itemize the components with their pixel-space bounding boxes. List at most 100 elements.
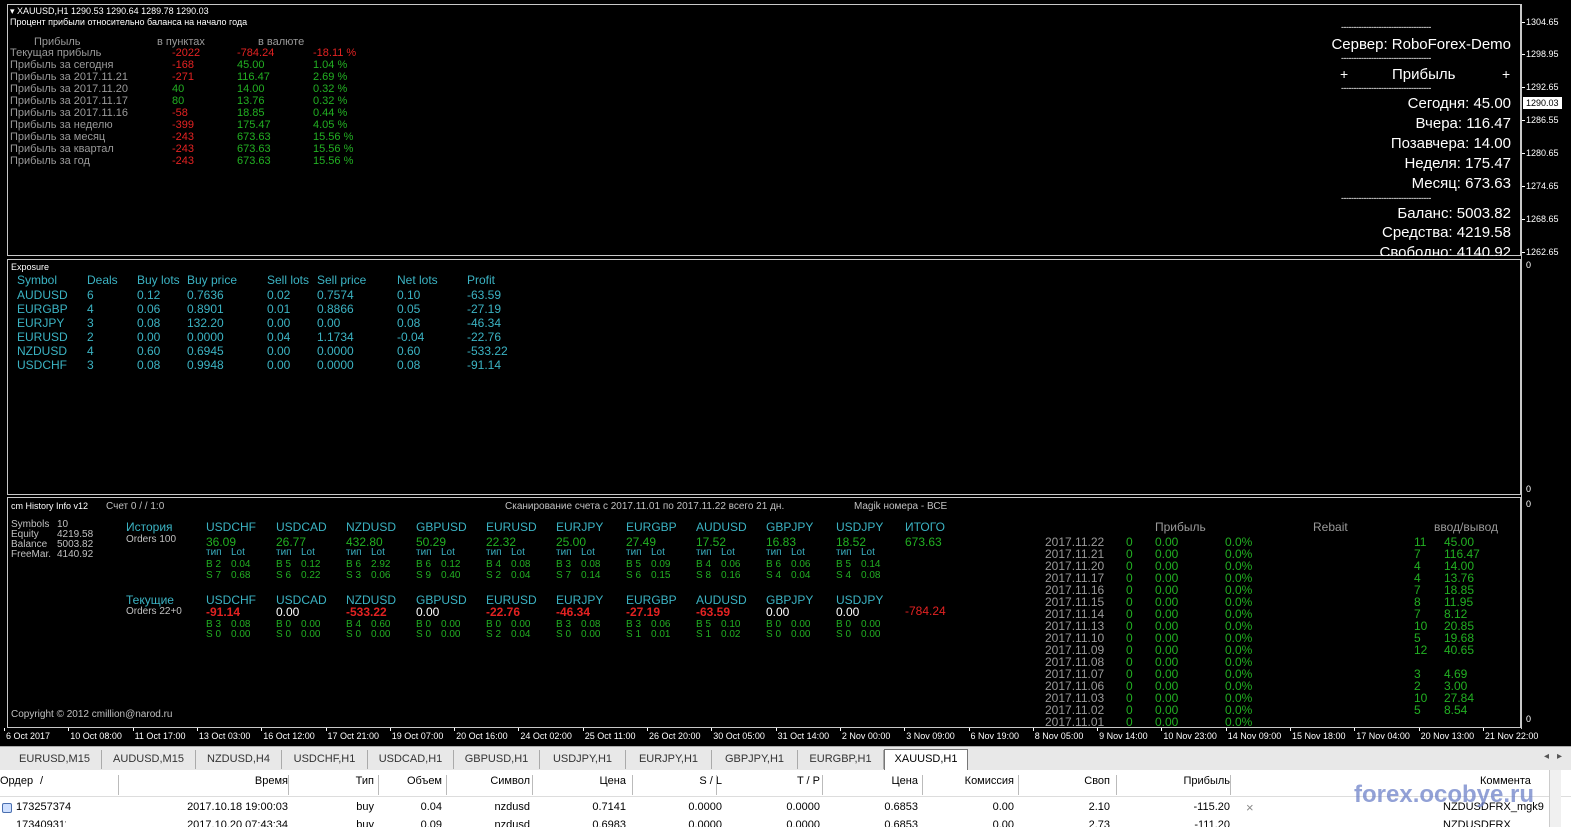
current-symbol-profit: -27.19 <box>626 605 661 619</box>
terminal-header[interactable]: Ордер <box>0 775 33 787</box>
terminal-header[interactable]: Тип <box>290 775 374 787</box>
profit-row-value: 673.63 <box>237 131 271 143</box>
chart-tabs: EURUSD,M15 AUDUSD,M15 NZDUSD,H4 USDCHF,H1 US… <box>0 746 1571 770</box>
terminal-header[interactable]: Символ <box>450 775 530 787</box>
tab-nzdusd-h4[interactable]: NZDUSD,H4 <box>196 750 282 769</box>
profit-row-points: -243 <box>172 143 195 155</box>
terminal-header[interactable]: Цена <box>824 775 918 787</box>
terminal-cell[interactable]: nzdusd <box>450 801 530 813</box>
terminal-cell[interactable]: nzdusd <box>450 819 530 827</box>
terminal-cell[interactable]: 0.0000 <box>636 819 722 827</box>
terminal-cell[interactable]: 0.0000 <box>720 801 820 813</box>
time-tick-label: 24 Oct 02:00 <box>520 731 572 741</box>
tab-eurusd-m15[interactable]: EURUSD,M15 <box>8 750 102 769</box>
sell-count: S 2 <box>486 570 502 581</box>
tab-usdchf-h1[interactable]: USDCHF,H1 <box>282 750 368 769</box>
time-tick <box>1097 728 1099 731</box>
buy-lots: 0.06 <box>721 559 741 570</box>
terminal-cell[interactable]: 2017.10.20 07:43:34 <box>120 819 288 827</box>
terminal-cell[interactable]: 173257374 <box>16 801 71 813</box>
header-separator <box>532 775 533 795</box>
terminal-header[interactable]: Время <box>120 775 288 787</box>
exposure-cell: EURUSD <box>17 330 68 344</box>
tab-audusd-m15[interactable]: AUDUSD,M15 <box>102 750 196 769</box>
tab-usdcad-h1[interactable]: USDCAD,H1 <box>368 750 454 769</box>
tab-usdjpy-h1[interactable]: USDJPY,H1 <box>540 750 626 769</box>
exposure-pane <box>7 259 1521 495</box>
terminal-header[interactable]: Объем <box>376 775 442 787</box>
tab-eurgbp-h1[interactable]: EURGBP,H1 <box>798 750 884 769</box>
terminal-cell[interactable]: 0.00 <box>922 819 1014 827</box>
exposure-cell: 0.08 <box>137 316 161 330</box>
tab-scroll-left-icon[interactable]: ◂ <box>1544 751 1549 762</box>
tab-gbpjpy-h1[interactable]: GBPJPY,H1 <box>712 750 798 769</box>
price-tick-label: 1274.65 <box>1526 181 1559 191</box>
terminal-cell[interactable]: 2017.10.18 19:00:03 <box>120 801 288 813</box>
lot-label: Lot <box>861 547 875 558</box>
terminal-cell[interactable]: -111.20 <box>1116 819 1230 827</box>
terminal-cell[interactable]: 0.6983 <box>538 819 626 827</box>
terminal-cell[interactable]: 173409311 <box>16 819 66 827</box>
terminal-header[interactable]: Цена <box>538 775 626 787</box>
lot-label: Lot <box>231 547 245 558</box>
close-order-icon[interactable]: × <box>1246 800 1254 815</box>
chart-title[interactable]: ▾ XAUUSD,H1 1290.53 1290.64 1289.78 1290… <box>10 5 209 17</box>
terminal-cell[interactable]: buy <box>290 819 374 827</box>
profit-row-label: Прибыль за 2017.11.17 <box>10 95 129 107</box>
terminal-header[interactable]: S / L <box>636 775 722 787</box>
terminal-cell[interactable]: buy <box>290 801 374 813</box>
tab-eurjpy-h1[interactable]: EURJPY,H1 <box>626 750 712 769</box>
scan-range: Сканирование счета с 2017.11.01 по 2017.… <box>505 501 785 512</box>
profit-row-percent: 15.56 % <box>313 131 354 143</box>
time-tick <box>904 728 906 731</box>
time-tick <box>325 728 327 731</box>
daily-deals: 12 <box>1414 643 1428 657</box>
buy-lots: 0.09 <box>651 559 671 570</box>
header-separator <box>118 775 119 795</box>
terminal-cell[interactable]: 2.73 <box>1020 819 1110 827</box>
exposure-header: Sell lots <box>267 273 310 287</box>
terminal-cell[interactable]: 0.6853 <box>824 819 918 827</box>
terminal-header[interactable]: / <box>40 775 88 787</box>
price-tick-label: 1280.65 <box>1526 148 1559 158</box>
symbol-name: USDCAD <box>276 520 327 534</box>
terminal-cell[interactable]: 0.7141 <box>538 801 626 813</box>
terminal-cell[interactable]: 0.0000 <box>636 801 722 813</box>
exposure-cell: -91.14 <box>467 358 502 372</box>
exposure-cell: 0.10 <box>397 288 421 302</box>
current-symbol-profit: -22.76 <box>486 605 521 619</box>
exposure-cell: 0.05 <box>397 302 421 316</box>
terminal-cell[interactable]: 0.09 <box>376 819 442 827</box>
terminal-cell[interactable]: NZDUSDFRX <box>1443 819 1553 827</box>
price-tick-label: 1268.65 <box>1526 214 1559 224</box>
exposure-header: Net lots <box>397 273 438 287</box>
lot-label: Lot <box>441 547 455 558</box>
header-separator <box>1018 775 1019 795</box>
tab-gbpusd-h1[interactable]: GBPUSD,H1 <box>454 750 540 769</box>
terminal-header[interactable]: Своп <box>1020 775 1110 787</box>
terminal-cell[interactable]: 0.0000 <box>720 819 820 827</box>
terminal-cell[interactable]: 0.04 <box>376 801 442 813</box>
exposure-cell: 0.60 <box>137 344 161 358</box>
terminal-header[interactable]: Прибыль <box>1116 775 1230 787</box>
terminal-cell[interactable]: 2.10 <box>1020 801 1110 813</box>
profit-row-percent: 15.56 % <box>313 143 354 155</box>
terminal-header[interactable]: Комиссия <box>922 775 1014 787</box>
time-tick-label: 14 Nov 09:00 <box>1227 731 1282 741</box>
header-separator <box>822 775 823 795</box>
time-tick-label: 13 Oct 03:00 <box>198 731 251 741</box>
exposure-cell: 0.08 <box>397 316 421 330</box>
terminal-header[interactable]: T / P <box>720 775 820 787</box>
time-tick-label: 20 Oct 16:00 <box>456 731 508 741</box>
tab-scroll-right-icon[interactable]: ▸ <box>1557 751 1562 762</box>
dropdown-triangle-icon[interactable]: ▾ <box>10 6 17 16</box>
terminal-cell[interactable]: 0.6853 <box>824 801 918 813</box>
profit-row-percent: 1.04 % <box>313 59 348 71</box>
buy-count: B 2 <box>206 559 222 570</box>
terminal-cell[interactable]: -115.20 <box>1116 801 1231 813</box>
terminal-cell[interactable]: 0.00 <box>922 801 1014 813</box>
header-separator <box>1230 775 1231 795</box>
tab-xauusd-h1[interactable]: XAUUSD,H1 <box>884 749 968 770</box>
price-tick-label: 1298.95 <box>1526 49 1559 59</box>
daily-header-profit: Прибыль <box>1155 520 1206 534</box>
